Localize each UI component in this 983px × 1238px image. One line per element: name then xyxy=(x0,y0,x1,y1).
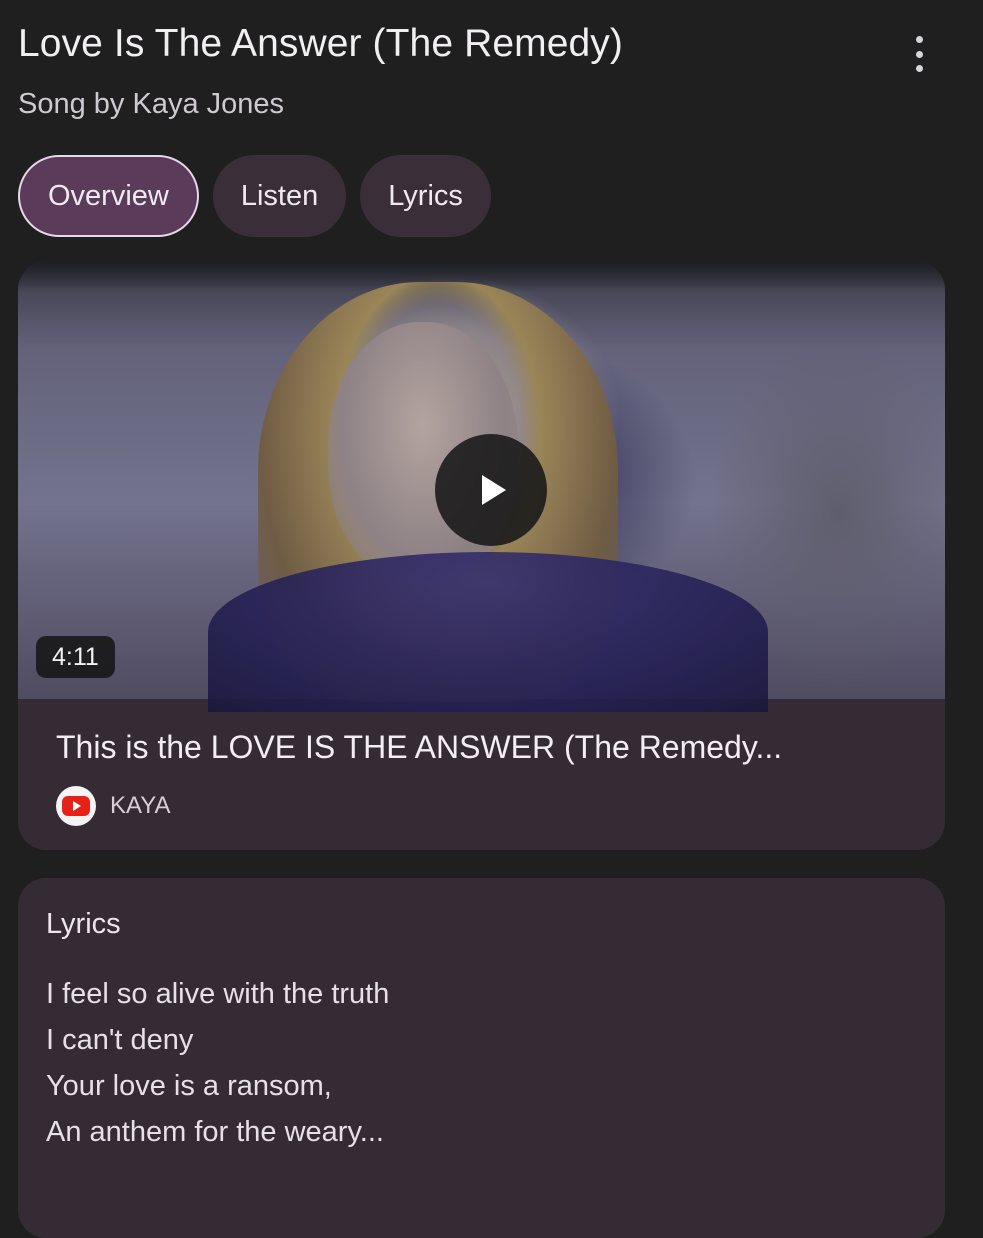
song-tabs: Overview Listen Lyrics xyxy=(18,155,491,237)
lyric-line: I feel so alive with the truth xyxy=(46,978,390,1010)
youtube-icon xyxy=(56,786,96,826)
song-title: Love Is The Answer (The Remedy) xyxy=(18,22,623,65)
more-dot-icon xyxy=(915,36,923,43)
song-subtitle: Song by Kaya Jones xyxy=(18,88,285,120)
lyrics-lines: I feel so alive with the truth I can't d… xyxy=(46,971,917,1155)
lyric-line: An anthem for the weary... xyxy=(46,1116,384,1148)
play-icon xyxy=(482,475,506,505)
video-info: This is the LOVE IS THE ANSWER (The Reme… xyxy=(18,699,945,826)
duration-badge: 4:11 xyxy=(36,636,115,678)
video-thumbnail[interactable]: 4:11 xyxy=(18,262,945,712)
more-options-button[interactable] xyxy=(907,36,931,72)
tab-lyrics[interactable]: Lyrics xyxy=(360,155,491,237)
video-title-link[interactable]: This is the LOVE IS THE ANSWER (The Reme… xyxy=(56,729,907,766)
video-channel: KAYA xyxy=(56,786,907,826)
lyrics-heading: Lyrics xyxy=(46,908,121,940)
lyrics-card[interactable]: Lyrics I feel so alive with the truth I … xyxy=(18,878,945,1238)
more-dot-icon xyxy=(915,65,923,72)
lyric-line: Your love is a ransom, xyxy=(46,1070,332,1102)
tab-overview[interactable]: Overview xyxy=(18,155,199,237)
channel-name: KAYA xyxy=(110,792,171,819)
lyric-line: I can't deny xyxy=(46,1024,194,1056)
result-header: Love Is The Answer (The Remedy) Song by … xyxy=(18,18,948,121)
play-button[interactable] xyxy=(435,434,547,546)
video-card[interactable]: 4:11 This is the LOVE IS THE ANSWER (The… xyxy=(18,262,945,850)
thumbnail-hood-shape xyxy=(208,552,768,712)
more-dot-icon xyxy=(915,50,923,58)
tab-listen[interactable]: Listen xyxy=(212,155,347,237)
